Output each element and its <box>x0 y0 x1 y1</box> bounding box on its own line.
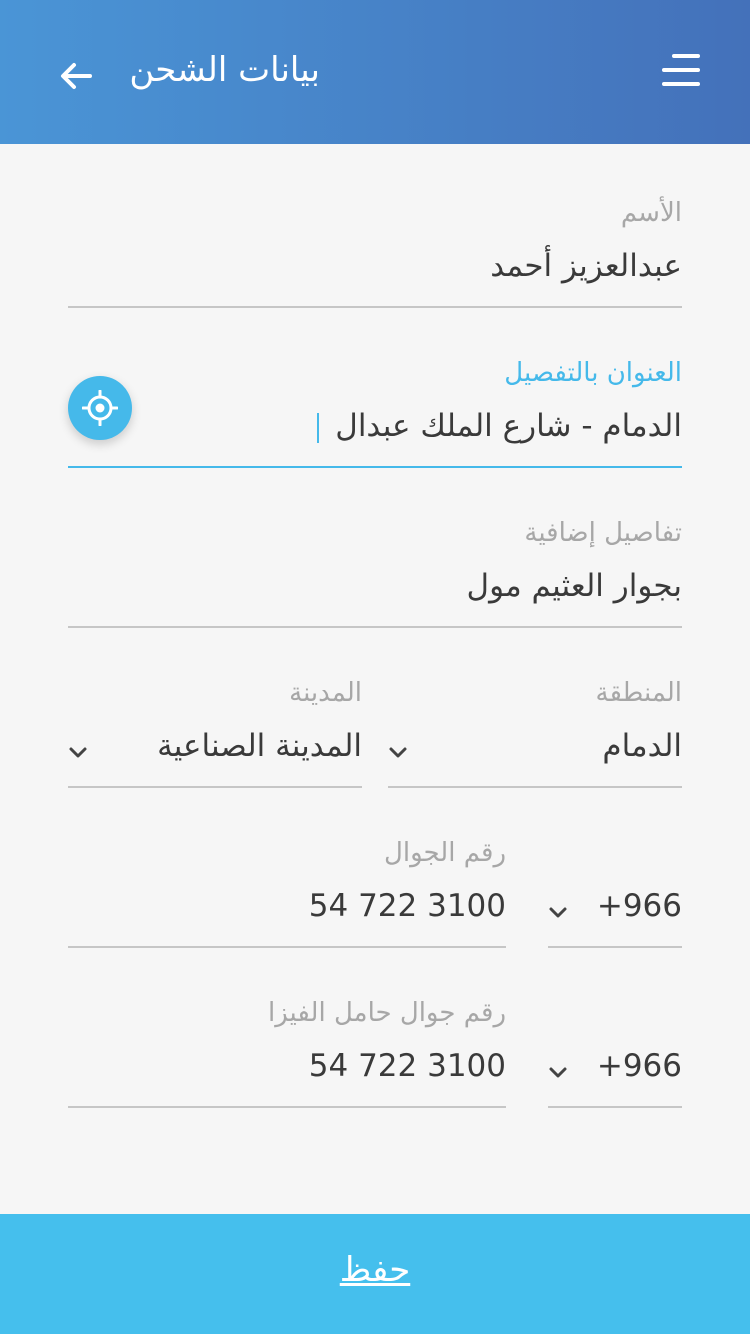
visa-mobile-number-underline <box>68 1106 506 1108</box>
save-button[interactable]: حفظ <box>0 1214 750 1334</box>
menu-icon[interactable] <box>660 52 702 88</box>
visa-mobile-code-select[interactable]: +966 <box>548 998 682 1110</box>
address-value-wrap[interactable]: الدمام - شارع الملك عبدال <box>317 408 682 444</box>
name-field[interactable]: الأسم عبدالعزيز أحمد <box>68 198 682 310</box>
chevron-down-icon <box>69 747 87 758</box>
city-label: المدينة <box>289 678 362 708</box>
city-value: المدينة الصناعية <box>157 728 362 764</box>
address-value: الدمام - شارع الملك عبدال <box>335 408 682 444</box>
visa-mobile-number-field[interactable]: 54 722 3100 <box>68 998 506 1110</box>
address-label: العنوان بالتفصيل <box>504 358 682 388</box>
visa-mobile-code-value: +966 <box>596 1048 682 1084</box>
text-caret <box>317 412 320 443</box>
name-value[interactable]: عبدالعزيز أحمد <box>490 248 682 284</box>
mobile-number-value[interactable]: 54 722 3100 <box>309 888 506 924</box>
arrow-left-icon[interactable] <box>56 56 96 96</box>
extra-details-value[interactable]: بجوار العثيم مول <box>467 568 682 604</box>
name-label: الأسم <box>620 198 682 228</box>
mobile-code-underline <box>548 946 682 948</box>
extra-details-underline <box>68 626 682 628</box>
chevron-down-icon <box>549 907 567 918</box>
mobile-number-underline <box>68 946 506 948</box>
visa-mobile-code-underline <box>548 1106 682 1108</box>
chevron-down-icon <box>549 1067 567 1078</box>
city-select[interactable]: المدينة المدينة الصناعية <box>68 678 362 790</box>
save-button-label: حفظ <box>339 1250 411 1290</box>
region-value: الدمام <box>602 728 682 764</box>
region-label: المنطقة <box>595 678 682 708</box>
target-location-icon <box>82 390 118 426</box>
mobile-code-value: +966 <box>596 888 682 924</box>
visa-mobile-number-value[interactable]: 54 722 3100 <box>309 1048 506 1084</box>
extra-details-field[interactable]: تفاصيل إضافية بجوار العثيم مول <box>68 518 682 630</box>
mobile-code-select[interactable]: +966 <box>548 838 682 950</box>
locate-button[interactable] <box>68 376 132 440</box>
mobile-number-field[interactable]: 54 722 3100 <box>68 838 506 950</box>
city-underline <box>68 786 362 788</box>
address-field[interactable]: العنوان بالتفصيل الدمام - شارع الملك عبد… <box>68 358 682 470</box>
name-underline <box>68 306 682 308</box>
address-underline <box>68 466 682 468</box>
region-underline <box>388 786 682 788</box>
app-header: بيانات الشحن <box>0 0 750 144</box>
extra-details-label: تفاصيل إضافية <box>524 518 682 548</box>
page-title: بيانات الشحن <box>129 50 320 90</box>
chevron-down-icon <box>389 747 407 758</box>
region-select[interactable]: المنطقة الدمام <box>388 678 682 790</box>
